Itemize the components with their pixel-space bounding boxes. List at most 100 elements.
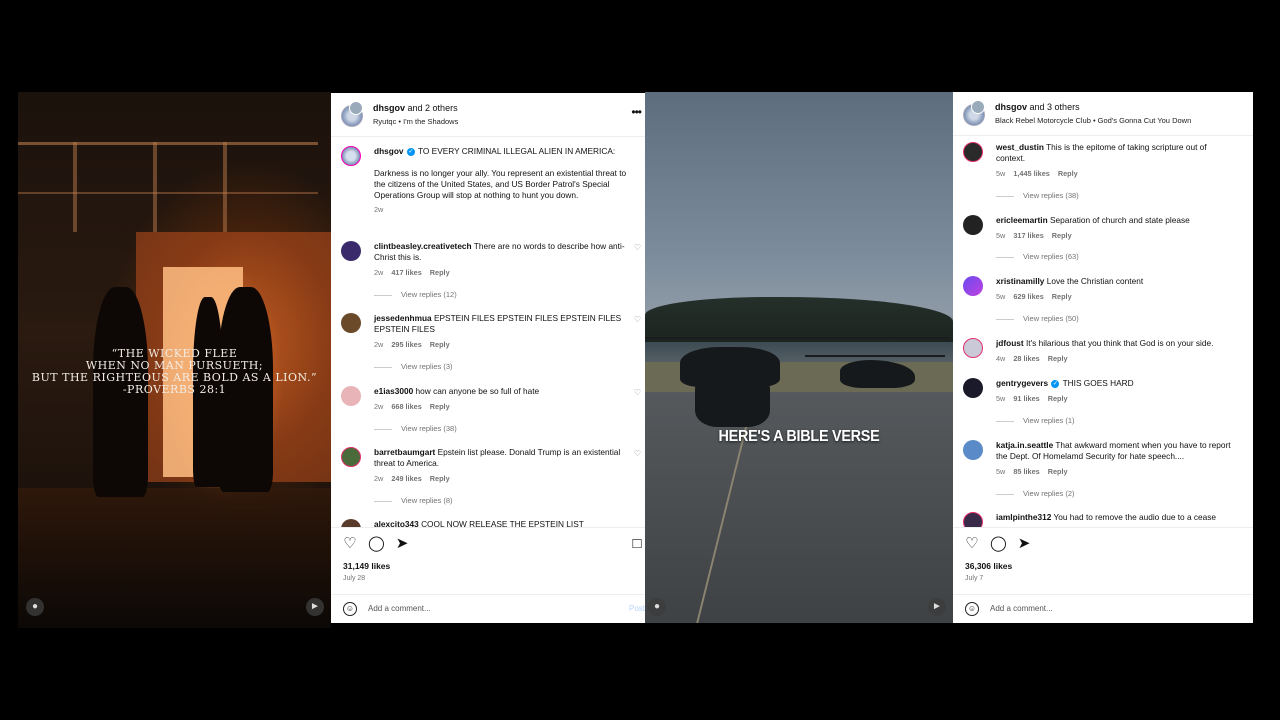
comment-username[interactable]: iamlpinthe312 xyxy=(996,512,1051,522)
commenter-avatar[interactable] xyxy=(963,215,983,235)
comment-time: 5w xyxy=(996,467,1006,476)
reply-button[interactable]: Reply xyxy=(1052,292,1072,301)
commenter-avatar[interactable] xyxy=(341,447,361,467)
treeline xyxy=(645,297,953,342)
comment-likes[interactable]: 317 likes xyxy=(1013,231,1043,240)
caption-time: 2w xyxy=(374,205,384,214)
tagged-users-icon[interactable]: ● xyxy=(648,598,666,616)
emoji-icon[interactable]: ☺ xyxy=(343,602,357,616)
video-right[interactable]: HERE'S A BIBLE VERSE ● ► xyxy=(645,92,953,623)
comment-bubble-icon[interactable]: ◯ xyxy=(368,536,385,552)
view-replies[interactable]: View replies (38) xyxy=(374,424,457,433)
rotor-blade xyxy=(645,337,950,339)
view-replies[interactable]: View replies (3) xyxy=(374,362,453,371)
comment-text: It's hilarious that you think that God i… xyxy=(1025,338,1214,348)
comment-likes[interactable]: 85 likes xyxy=(1013,467,1039,476)
audio-track[interactable]: Ryutqc • I'm the Shadows xyxy=(373,117,458,126)
reply-button[interactable]: Reply xyxy=(430,268,450,277)
reply-button[interactable]: Reply xyxy=(430,340,450,349)
audio-track[interactable]: Black Rebel Motorcycle Club • God's Gonn… xyxy=(995,116,1191,125)
dhsgov-avatar[interactable] xyxy=(341,146,361,166)
commenter-avatar[interactable] xyxy=(963,276,983,296)
mute-icon[interactable]: ► xyxy=(928,598,946,616)
view-replies[interactable]: View replies (38) xyxy=(996,191,1079,200)
collab-avatar xyxy=(971,100,985,114)
railing-post xyxy=(73,142,77,232)
comment-username[interactable]: ericleemartin xyxy=(996,215,1048,225)
add-comment-bar: ☺ Add a comment... xyxy=(953,594,1253,623)
add-comment-bar: ☺ Add a comment... Post xyxy=(331,594,645,623)
comment-username[interactable]: clintbeasley.creativetech xyxy=(374,241,472,251)
view-replies[interactable]: View replies (63) xyxy=(996,252,1079,261)
reply-button[interactable]: Reply xyxy=(1048,467,1068,476)
comment-username[interactable]: xristinamilly xyxy=(996,276,1044,286)
tagged-users-icon[interactable]: ● xyxy=(26,598,44,616)
like-count[interactable]: 36,306 likes xyxy=(965,561,1012,571)
reply-button[interactable]: Reply xyxy=(430,402,450,411)
post-date: July 28 xyxy=(343,575,366,582)
comment-likes[interactable]: 91 likes xyxy=(1013,394,1039,403)
caption-username[interactable]: dhsgov xyxy=(374,146,404,156)
commenter-avatar[interactable] xyxy=(963,338,983,358)
reply-button[interactable]: Reply xyxy=(430,474,450,483)
commenter-avatar[interactable] xyxy=(963,142,983,162)
comment-likes[interactable]: 629 likes xyxy=(1013,292,1043,301)
post-panel-2: dhsgov and 3 others Black Rebel Motorcyc… xyxy=(953,92,1253,623)
comment-input[interactable]: Add a comment... xyxy=(368,604,431,613)
reply-button[interactable]: Reply xyxy=(1052,231,1072,240)
view-replies[interactable]: View replies (50) xyxy=(996,314,1079,323)
reply-button[interactable]: Reply xyxy=(1048,354,1068,363)
view-replies[interactable]: View replies (1) xyxy=(996,416,1075,425)
like-count[interactable]: 31,149 likes xyxy=(343,561,390,571)
post-authors[interactable]: dhsgov and 2 others xyxy=(373,103,458,113)
more-options-icon[interactable]: ••• xyxy=(631,105,642,119)
post-authors[interactable]: dhsgov and 3 others xyxy=(995,102,1080,112)
like-comment-icon[interactable]: ♡ xyxy=(634,449,641,458)
post-actions: ♡ ◯ ➤ □ 31,149 likes July 28 ☺ Add a com… xyxy=(331,527,645,623)
commenter-avatar[interactable] xyxy=(341,386,361,406)
comment-time: 5w xyxy=(996,169,1006,178)
commenter-avatar[interactable] xyxy=(341,241,361,261)
comment-username[interactable]: e1ias3000 xyxy=(374,386,413,396)
comment-username[interactable]: jdfoust xyxy=(996,338,1024,348)
reply-button[interactable]: Reply xyxy=(1048,394,1068,403)
commenter-avatar[interactable] xyxy=(963,378,983,398)
comment-username[interactable]: west_dustin xyxy=(996,142,1044,152)
comment-username[interactable]: barretbaumgart xyxy=(374,447,435,457)
mute-icon[interactable]: ► xyxy=(306,598,324,616)
view-replies[interactable]: View replies (2) xyxy=(996,489,1075,498)
like-heart-icon[interactable]: ♡ xyxy=(342,536,358,552)
view-replies[interactable]: View replies (12) xyxy=(374,290,457,299)
view-replies[interactable]: View replies (8) xyxy=(374,496,453,505)
comment-likes[interactable]: 668 likes xyxy=(391,402,421,411)
comment-bubble-icon[interactable]: ◯ xyxy=(990,536,1007,552)
comment-likes[interactable]: 28 likes xyxy=(1013,354,1039,363)
comment-likes[interactable]: 295 likes xyxy=(391,340,421,349)
comment-input[interactable]: Add a comment... xyxy=(990,604,1053,613)
comment-username[interactable]: jessedenhmua xyxy=(374,313,432,323)
like-comment-icon[interactable]: ♡ xyxy=(634,315,641,324)
save-bookmark-icon[interactable]: □ xyxy=(629,536,645,552)
commenter-avatar[interactable] xyxy=(963,440,983,460)
comment-likes[interactable]: 1,445 likes xyxy=(1013,169,1050,178)
comment-text: Love the Christian content xyxy=(1046,276,1144,286)
video-left[interactable]: “THE WICKED FLEE WHEN NO MAN PURSUETH; B… xyxy=(18,92,331,628)
commenter-avatar[interactable] xyxy=(341,313,361,333)
reply-button[interactable]: Reply xyxy=(1058,169,1078,178)
comment-username[interactable]: gentrygevers xyxy=(996,378,1048,388)
like-comment-icon[interactable]: ♡ xyxy=(634,388,641,397)
comment-likes[interactable]: 417 likes xyxy=(391,268,421,277)
post-comment-button[interactable]: Post xyxy=(629,604,645,613)
like-heart-icon[interactable]: ♡ xyxy=(964,536,980,552)
comment-username[interactable]: katja.in.seattle xyxy=(996,440,1053,450)
like-comment-icon[interactable]: ♡ xyxy=(634,243,641,252)
share-paper-plane-icon[interactable]: ➤ xyxy=(394,536,410,552)
emoji-icon[interactable]: ☺ xyxy=(965,602,979,616)
railing-post xyxy=(223,142,227,232)
comment-time: 5w xyxy=(996,231,1006,240)
comment-likes[interactable]: 249 likes xyxy=(391,474,421,483)
caption-body: Darkness is no longer your ally. You rep… xyxy=(374,168,627,200)
verified-badge-icon: ✓ xyxy=(1051,379,1060,388)
comment-text: You had to remove the audio due to a cea… xyxy=(1053,512,1217,522)
share-paper-plane-icon[interactable]: ➤ xyxy=(1016,536,1032,552)
